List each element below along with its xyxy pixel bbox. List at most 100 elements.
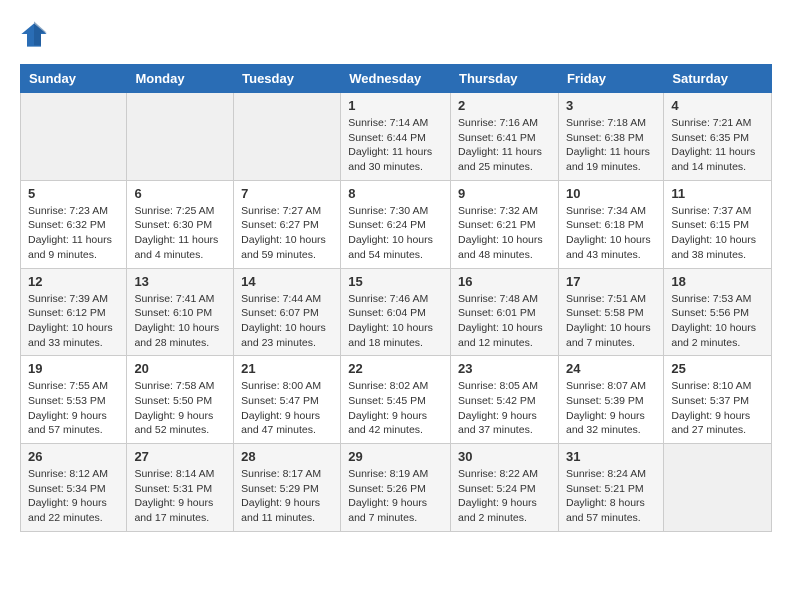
calendar-cell: [664, 444, 772, 532]
day-header-monday: Monday: [127, 65, 234, 93]
day-info: Sunrise: 7:44 AM Sunset: 6:07 PM Dayligh…: [241, 292, 333, 351]
calendar-cell: 4 Sunrise: 7:21 AM Sunset: 6:35 PM Daylig…: [664, 93, 772, 181]
day-number: 6: [134, 186, 226, 201]
calendar-week-row: 19 Sunrise: 7:55 AM Sunset: 5:53 PM Dayli…: [21, 356, 772, 444]
day-number: 24: [566, 361, 656, 376]
day-info: Sunrise: 7:18 AM Sunset: 6:38 PM Dayligh…: [566, 116, 656, 175]
day-number: 2: [458, 98, 551, 113]
day-number: 17: [566, 274, 656, 289]
day-info: Sunrise: 7:55 AM Sunset: 5:53 PM Dayligh…: [28, 379, 119, 438]
day-number: 19: [28, 361, 119, 376]
day-info: Sunrise: 7:32 AM Sunset: 6:21 PM Dayligh…: [458, 204, 551, 263]
day-number: 11: [671, 186, 764, 201]
calendar-week-row: 12 Sunrise: 7:39 AM Sunset: 6:12 PM Dayli…: [21, 268, 772, 356]
day-info: Sunrise: 8:12 AM Sunset: 5:34 PM Dayligh…: [28, 467, 119, 526]
day-number: 29: [348, 449, 443, 464]
day-info: Sunrise: 7:37 AM Sunset: 6:15 PM Dayligh…: [671, 204, 764, 263]
day-number: 20: [134, 361, 226, 376]
logo-icon: [20, 20, 48, 48]
calendar-cell: 1 Sunrise: 7:14 AM Sunset: 6:44 PM Daylig…: [341, 93, 451, 181]
calendar-cell: 5 Sunrise: 7:23 AM Sunset: 6:32 PM Daylig…: [21, 180, 127, 268]
page-header: [20, 20, 772, 48]
day-info: Sunrise: 7:27 AM Sunset: 6:27 PM Dayligh…: [241, 204, 333, 263]
day-info: Sunrise: 7:53 AM Sunset: 5:56 PM Dayligh…: [671, 292, 764, 351]
calendar-cell: 25Sunrise: 8:10 AM Sunset: 5:37 PM Dayli…: [664, 356, 772, 444]
calendar-cell: [127, 93, 234, 181]
day-info: Sunrise: 8:10 AM Sunset: 5:37 PM Dayligh…: [671, 379, 764, 438]
day-info: Sunrise: 7:51 AM Sunset: 5:58 PM Dayligh…: [566, 292, 656, 351]
calendar-cell: [234, 93, 341, 181]
day-info: Sunrise: 8:22 AM Sunset: 5:24 PM Dayligh…: [458, 467, 551, 526]
day-number: 26: [28, 449, 119, 464]
calendar-cell: 17 Sunrise: 7:51 AM Sunset: 5:58 PM Dayli…: [558, 268, 663, 356]
day-info: Sunrise: 8:07 AM Sunset: 5:39 PM Dayligh…: [566, 379, 656, 438]
calendar-cell: 10Sunrise: 7:34 AM Sunset: 6:18 PM Dayli…: [558, 180, 663, 268]
calendar-table: SundayMondayTuesdayWednesdayThursdayFrid…: [20, 64, 772, 532]
calendar-cell: [21, 93, 127, 181]
calendar-cell: 3 Sunrise: 7:18 AM Sunset: 6:38 PM Daylig…: [558, 93, 663, 181]
day-info: Sunrise: 8:00 AM Sunset: 5:47 PM Dayligh…: [241, 379, 333, 438]
day-number: 22: [348, 361, 443, 376]
day-info: Sunrise: 7:48 AM Sunset: 6:01 PM Dayligh…: [458, 292, 551, 351]
calendar-cell: 19 Sunrise: 7:55 AM Sunset: 5:53 PM Dayli…: [21, 356, 127, 444]
calendar-cell: 7 Sunrise: 7:27 AM Sunset: 6:27 PM Daylig…: [234, 180, 341, 268]
calendar-week-row: 1 Sunrise: 7:14 AM Sunset: 6:44 PM Daylig…: [21, 93, 772, 181]
logo: [20, 20, 50, 48]
calendar-header-row: SundayMondayTuesdayWednesdayThursdayFrid…: [21, 65, 772, 93]
day-info: Sunrise: 7:58 AM Sunset: 5:50 PM Dayligh…: [134, 379, 226, 438]
day-number: 12: [28, 274, 119, 289]
calendar-cell: 31Sunrise: 8:24 AM Sunset: 5:21 PM Dayli…: [558, 444, 663, 532]
day-header-tuesday: Tuesday: [234, 65, 341, 93]
day-number: 10: [566, 186, 656, 201]
day-info: Sunrise: 8:24 AM Sunset: 5:21 PM Dayligh…: [566, 467, 656, 526]
day-number: 4: [671, 98, 764, 113]
day-info: Sunrise: 7:39 AM Sunset: 6:12 PM Dayligh…: [28, 292, 119, 351]
day-info: Sunrise: 7:25 AM Sunset: 6:30 PM Dayligh…: [134, 204, 226, 263]
day-number: 23: [458, 361, 551, 376]
day-info: Sunrise: 7:30 AM Sunset: 6:24 PM Dayligh…: [348, 204, 443, 263]
calendar-cell: 27 Sunrise: 8:14 AM Sunset: 5:31 PM Dayli…: [127, 444, 234, 532]
day-info: Sunrise: 8:02 AM Sunset: 5:45 PM Dayligh…: [348, 379, 443, 438]
calendar-cell: 22 Sunrise: 8:02 AM Sunset: 5:45 PM Dayli…: [341, 356, 451, 444]
day-number: 8: [348, 186, 443, 201]
calendar-cell: 11 Sunrise: 7:37 AM Sunset: 6:15 PM Dayli…: [664, 180, 772, 268]
day-number: 9: [458, 186, 551, 201]
day-header-friday: Friday: [558, 65, 663, 93]
calendar-cell: 28Sunrise: 8:17 AM Sunset: 5:29 PM Dayli…: [234, 444, 341, 532]
day-number: 14: [241, 274, 333, 289]
day-info: Sunrise: 8:14 AM Sunset: 5:31 PM Dayligh…: [134, 467, 226, 526]
day-number: 27: [134, 449, 226, 464]
calendar-cell: 24 Sunrise: 8:07 AM Sunset: 5:39 PM Dayli…: [558, 356, 663, 444]
day-header-wednesday: Wednesday: [341, 65, 451, 93]
day-info: Sunrise: 7:41 AM Sunset: 6:10 PM Dayligh…: [134, 292, 226, 351]
calendar-cell: 30 Sunrise: 8:22 AM Sunset: 5:24 PM Dayli…: [451, 444, 559, 532]
day-info: Sunrise: 7:23 AM Sunset: 6:32 PM Dayligh…: [28, 204, 119, 263]
calendar-cell: 29Sunrise: 8:19 AM Sunset: 5:26 PM Dayli…: [341, 444, 451, 532]
day-info: Sunrise: 7:14 AM Sunset: 6:44 PM Dayligh…: [348, 116, 443, 175]
calendar-week-row: 5 Sunrise: 7:23 AM Sunset: 6:32 PM Daylig…: [21, 180, 772, 268]
day-number: 16: [458, 274, 551, 289]
day-number: 1: [348, 98, 443, 113]
day-info: Sunrise: 7:16 AM Sunset: 6:41 PM Dayligh…: [458, 116, 551, 175]
day-number: 15: [348, 274, 443, 289]
calendar-cell: 16 Sunrise: 7:48 AM Sunset: 6:01 PM Dayli…: [451, 268, 559, 356]
day-header-sunday: Sunday: [21, 65, 127, 93]
day-header-saturday: Saturday: [664, 65, 772, 93]
day-info: Sunrise: 7:46 AM Sunset: 6:04 PM Dayligh…: [348, 292, 443, 351]
day-number: 30: [458, 449, 551, 464]
calendar-cell: 2 Sunrise: 7:16 AM Sunset: 6:41 PM Daylig…: [451, 93, 559, 181]
day-number: 5: [28, 186, 119, 201]
day-number: 3: [566, 98, 656, 113]
day-header-thursday: Thursday: [451, 65, 559, 93]
day-info: Sunrise: 7:21 AM Sunset: 6:35 PM Dayligh…: [671, 116, 764, 175]
calendar-cell: 14 Sunrise: 7:44 AM Sunset: 6:07 PM Dayli…: [234, 268, 341, 356]
calendar-cell: 6 Sunrise: 7:25 AM Sunset: 6:30 PM Daylig…: [127, 180, 234, 268]
day-number: 13: [134, 274, 226, 289]
day-number: 7: [241, 186, 333, 201]
calendar-cell: 13 Sunrise: 7:41 AM Sunset: 6:10 PM Dayli…: [127, 268, 234, 356]
calendar-cell: 18Sunrise: 7:53 AM Sunset: 5:56 PM Dayli…: [664, 268, 772, 356]
calendar-cell: 15 Sunrise: 7:46 AM Sunset: 6:04 PM Dayli…: [341, 268, 451, 356]
calendar-cell: 23Sunrise: 8:05 AM Sunset: 5:42 PM Dayli…: [451, 356, 559, 444]
day-number: 28: [241, 449, 333, 464]
calendar-cell: 9 Sunrise: 7:32 AM Sunset: 6:21 PM Daylig…: [451, 180, 559, 268]
